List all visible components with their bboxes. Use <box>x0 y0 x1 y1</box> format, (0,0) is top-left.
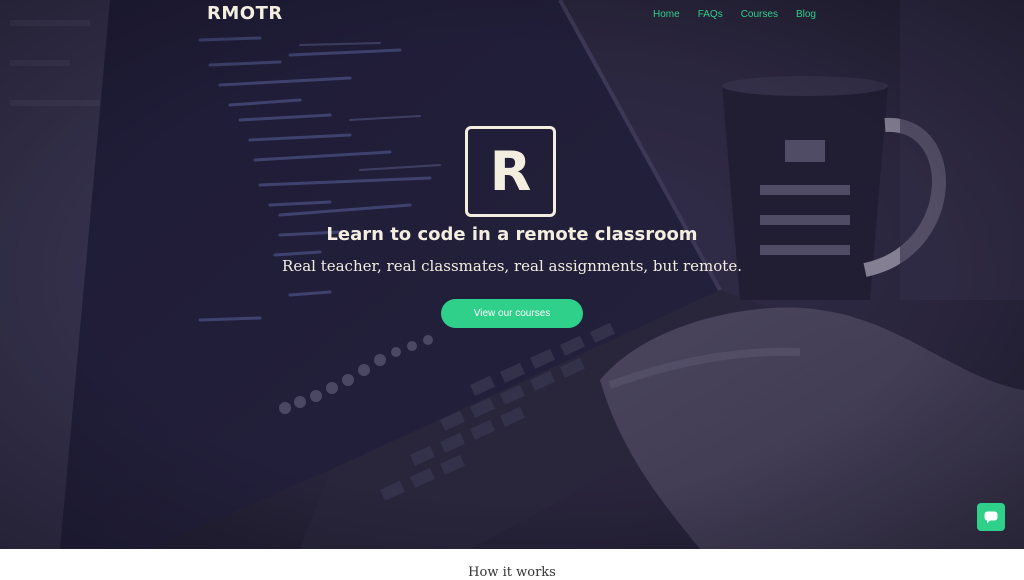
nav-item-courses[interactable]: Courses <box>741 9 778 20</box>
site-logo[interactable]: RMOTR <box>207 3 283 24</box>
how-it-works-heading: How it works <box>468 565 556 580</box>
main-nav: Home FAQs Courses Blog <box>653 9 834 20</box>
chat-bubble-icon <box>984 511 998 523</box>
nav-item-home[interactable]: Home <box>653 9 680 20</box>
view-courses-button[interactable]: View our courses <box>441 299 583 328</box>
hero-logo-mark: R <box>465 126 556 217</box>
hero-logo-letter: R <box>489 139 532 203</box>
hero-title: Learn to code in a remote classroom <box>326 224 698 245</box>
chat-button[interactable] <box>977 503 1005 531</box>
nav-item-faqs[interactable]: FAQs <box>698 9 723 20</box>
nav-item-blog[interactable]: Blog <box>796 9 816 20</box>
hero-subtitle: Real teacher, real classmates, real assi… <box>282 257 742 275</box>
